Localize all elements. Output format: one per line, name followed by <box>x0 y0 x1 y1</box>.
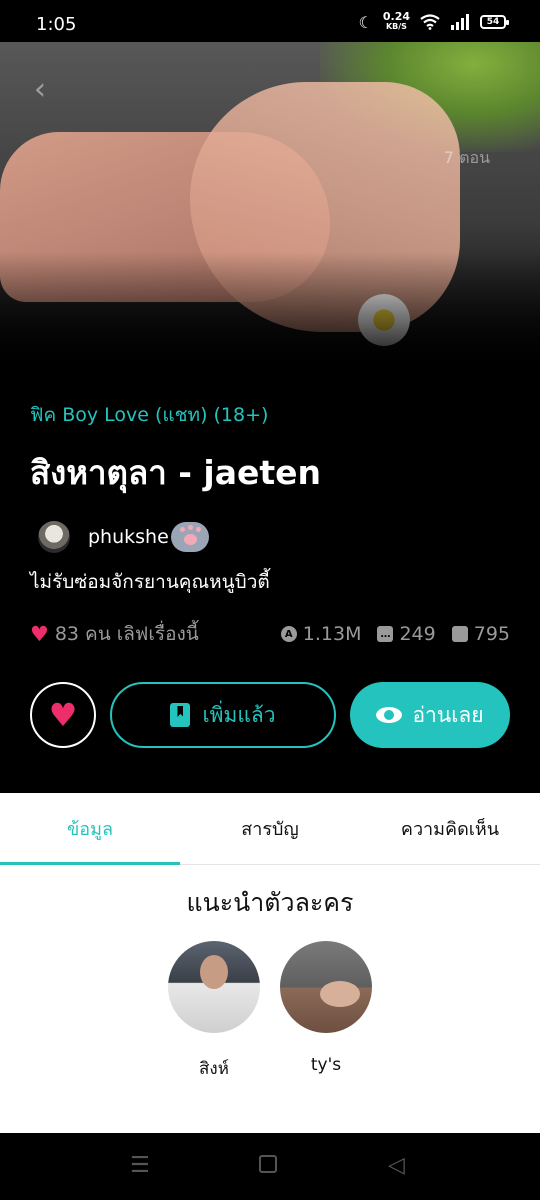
network-speed: 0.24 KB/S <box>382 10 410 32</box>
characters-title: แนะนำตัวละคร <box>186 888 354 917</box>
bookmark-icon <box>170 703 191 727</box>
eye-icon <box>376 707 403 723</box>
menu-icon[interactable]: ☰ <box>130 1153 150 1178</box>
likes-text: 83 คน เลิฟเรื่องนี้ <box>54 623 199 645</box>
read-label: อ่านเลย <box>412 702 484 727</box>
tab-bar: ข้อมูล สารบัญ ความคิดเห็น <box>0 793 540 865</box>
author-row[interactable]: phukshe <box>30 521 510 553</box>
character-list: สิงห์ ty's <box>0 941 540 1082</box>
comments-count: 249 <box>399 623 436 645</box>
active-tab-indicator <box>0 862 180 865</box>
status-bar: 1:05 ☾ 0.24 KB/S 54 <box>0 0 540 42</box>
bookmarks-count: 795 <box>473 623 510 645</box>
details-sheet: ข้อมูล สารบัญ ความคิดเห็น แนะนำตัวละคร ส… <box>0 793 540 1133</box>
system-nav-bar: ☰ ◁ <box>0 1133 540 1200</box>
home-icon[interactable] <box>259 1155 277 1173</box>
heart-icon: ♥ <box>48 696 78 734</box>
heart-icon: ♥ <box>30 622 49 646</box>
battery-level: 54 <box>486 17 500 27</box>
story-category[interactable]: ฟิค Boy Love (แชท) (18+) <box>30 400 510 430</box>
author-avatar[interactable] <box>38 521 70 553</box>
wifi-icon <box>420 14 440 30</box>
cover-shade <box>0 252 540 372</box>
episode-count: 7 ตอน <box>443 148 490 167</box>
character-avatar[interactable] <box>280 941 372 1033</box>
chevron-left-icon[interactable]: ‹ <box>34 72 46 107</box>
like-button[interactable]: ♥ <box>30 682 96 748</box>
status-icons: ☾ 0.24 KB/S 54 <box>358 10 509 32</box>
character-name: ty's <box>310 1055 342 1075</box>
character-name: สิงห์ <box>199 1059 229 1079</box>
bookmark-icon <box>451 626 468 642</box>
tab-contents[interactable]: สารบัญ <box>180 793 360 864</box>
character-item[interactable]: ty's <box>280 941 372 1082</box>
likes-stat: ♥ 83 คน เลิฟเรื่องนี้ <box>30 619 199 649</box>
network-speed-value: 0.24 <box>382 10 410 23</box>
views-count: 1.13M <box>302 623 362 645</box>
tab-comments[interactable]: ความคิดเห็น <box>360 793 540 864</box>
action-buttons: ♥ เพิ่มแล้ว อ่านเลย <box>30 682 510 748</box>
story-title: สิงหาตุลา - jaeten <box>30 453 322 492</box>
network-speed-unit: KB/S <box>385 22 407 31</box>
added-to-shelf-button[interactable]: เพิ่มแล้ว <box>110 682 336 748</box>
tab-info[interactable]: ข้อมูล <box>0 793 180 864</box>
story-description: ไม่รับซ่อมจักรยานคุณหนูบิวตี้ <box>30 571 270 593</box>
paw-badge-icon <box>170 522 209 552</box>
author-name[interactable]: phukshe <box>88 526 169 548</box>
view-count-icon: A <box>280 626 297 642</box>
story-stats: ♥ 83 คน เลิฟเรื่องนี้ A 1.13M … 249 795 <box>30 619 510 649</box>
read-now-button[interactable]: อ่านเลย <box>350 682 510 748</box>
signal-icon <box>451 14 469 30</box>
counts-stat: A 1.13M … 249 795 <box>280 623 510 645</box>
moon-icon: ☾ <box>358 12 373 32</box>
cover-image: ‹ 7 ตอน <box>0 42 540 372</box>
status-time: 1:05 <box>36 14 77 35</box>
added-label: เพิ่มแล้ว <box>202 702 276 727</box>
battery-icon: 54 <box>480 15 509 29</box>
character-item[interactable]: สิงห์ <box>168 941 260 1082</box>
comment-icon: … <box>377 626 394 642</box>
back-icon[interactable]: ◁ <box>388 1153 405 1178</box>
story-info: ฟิค Boy Love (แชท) (18+) สิงหาตุลา - jae… <box>30 400 510 649</box>
character-avatar[interactable] <box>168 941 260 1033</box>
